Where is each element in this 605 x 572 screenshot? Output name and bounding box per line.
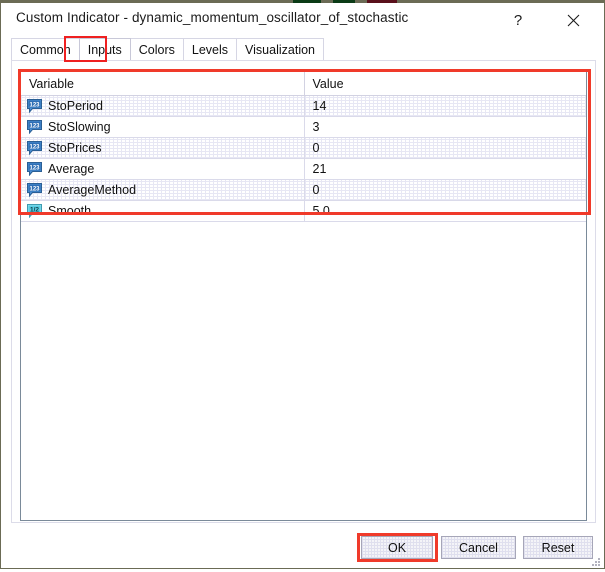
integer-type-icon: 123 <box>27 183 42 197</box>
integer-type-icon: 123 <box>27 141 42 155</box>
float-type-icon: 1/2 <box>27 204 42 218</box>
cell-variable[interactable]: 123 StoSlowing <box>21 117 305 137</box>
cell-value[interactable]: 21 <box>305 159 587 179</box>
custom-indicator-dialog: Custom Indicator - dynamic_momentum_osci… <box>0 0 605 569</box>
tab-levels[interactable]: Levels <box>182 38 238 60</box>
variable-value: 14 <box>312 99 327 113</box>
cell-variable[interactable]: 123 Average <box>21 159 305 179</box>
svg-text:1/2: 1/2 <box>30 206 39 213</box>
column-header-variable[interactable]: Variable <box>21 72 305 95</box>
table-row[interactable]: 123 Average 21 <box>21 159 586 180</box>
title-bar: Custom Indicator - dynamic_momentum_osci… <box>1 3 604 34</box>
tab-colors-label: Colors <box>138 42 175 57</box>
svg-text:123: 123 <box>29 165 40 171</box>
variable-value: 21 <box>312 162 327 176</box>
svg-text:123: 123 <box>29 123 40 129</box>
ok-button-label: OK <box>387 540 407 555</box>
variable-value: 0 <box>312 141 320 155</box>
cell-value[interactable]: 5.0 <box>305 201 587 221</box>
variable-value: 0 <box>312 183 320 197</box>
svg-text:123: 123 <box>29 144 40 150</box>
table-row[interactable]: 123 AverageMethod 0 <box>21 180 586 201</box>
cell-variable[interactable]: 123 AverageMethod <box>21 180 305 200</box>
table-row[interactable]: 1/2 Smooth 5.0 <box>21 201 586 222</box>
tab-common[interactable]: Common <box>11 38 80 60</box>
variable-name: AverageMethod <box>48 183 137 197</box>
variable-value: 5.0 <box>312 204 330 218</box>
grid-header-row: Variable Value <box>21 72 586 96</box>
tab-strip: Common Inputs Colors Levels Visualizatio… <box>11 38 324 60</box>
cell-value[interactable]: 14 <box>305 96 587 116</box>
variable-name: StoSlowing <box>48 120 111 134</box>
reset-button-label: Reset <box>541 540 575 555</box>
tab-inputs[interactable]: Inputs <box>78 38 131 60</box>
cell-value[interactable]: 0 <box>305 180 587 200</box>
tab-visualization[interactable]: Visualization <box>236 38 324 60</box>
tab-visualization-label: Visualization <box>245 42 315 57</box>
cell-value[interactable]: 3 <box>305 117 587 137</box>
cell-variable[interactable]: 1/2 Smooth <box>21 201 305 221</box>
variable-value: 3 <box>312 120 320 134</box>
cell-value[interactable]: 0 <box>305 138 587 158</box>
cancel-button[interactable]: Cancel <box>441 536 516 559</box>
integer-type-icon: 123 <box>27 120 42 134</box>
table-row[interactable]: 123 StoPrices 0 <box>21 138 586 159</box>
column-header-variable-label: Variable <box>29 76 74 91</box>
table-row[interactable]: 123 StoPeriod 14 <box>21 96 586 117</box>
svg-text:123: 123 <box>29 186 40 192</box>
cancel-button-label: Cancel <box>459 540 498 555</box>
close-icon <box>567 14 580 27</box>
window-title: Custom Indicator - dynamic_momentum_osci… <box>16 10 409 25</box>
cell-variable[interactable]: 123 StoPeriod <box>21 96 305 116</box>
variable-name: StoPrices <box>48 141 102 155</box>
column-header-value-label: Value <box>312 76 344 91</box>
reset-button[interactable]: Reset <box>523 536 593 559</box>
tab-common-label: Common <box>20 42 71 57</box>
resize-grip[interactable] <box>589 554 601 566</box>
help-button[interactable]: ? <box>501 6 535 34</box>
ok-button[interactable]: OK <box>361 536 433 559</box>
cell-variable[interactable]: 123 StoPrices <box>21 138 305 158</box>
table-row[interactable]: 123 StoSlowing 3 <box>21 117 586 138</box>
integer-type-icon: 123 <box>27 162 42 176</box>
variable-name: StoPeriod <box>48 99 103 113</box>
question-mark-icon: ? <box>513 11 523 29</box>
tab-colors[interactable]: Colors <box>129 38 184 60</box>
integer-type-icon: 123 <box>27 99 42 113</box>
tab-inputs-label: Inputs <box>87 42 122 57</box>
column-header-value[interactable]: Value <box>304 72 586 95</box>
tab-levels-label: Levels <box>191 42 229 57</box>
inputs-parameter-grid[interactable]: Variable Value 123 StoPeriod 14 123 StoS… <box>20 71 587 521</box>
svg-text:123: 123 <box>29 102 40 108</box>
variable-name: Average <box>48 162 95 176</box>
close-button[interactable] <box>556 6 590 34</box>
variable-name: Smooth <box>48 204 92 218</box>
